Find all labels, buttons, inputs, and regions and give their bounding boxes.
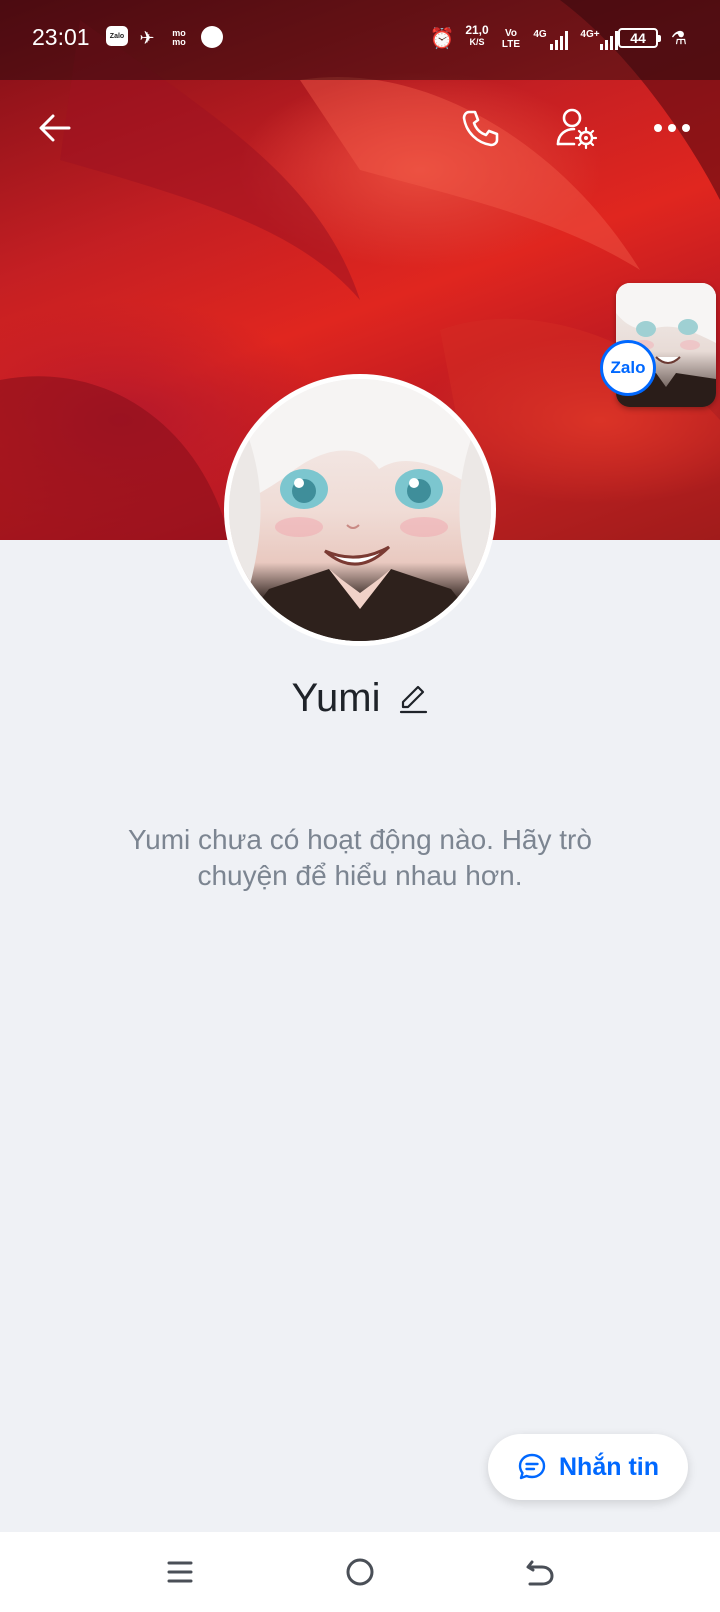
network-speed-value: 21,0 xyxy=(465,23,489,37)
arrow-left-icon xyxy=(39,114,71,142)
zalo-notification-icon: Zalo xyxy=(106,26,128,46)
status-bar: 23:01 Zalo ✈ mo mo ⏰ 21,0 K/S Vo LTE 4G … xyxy=(0,0,720,80)
momo-line-2: mo xyxy=(172,37,186,47)
profile-name-row: Yumi xyxy=(0,676,720,721)
signal-1-icon xyxy=(550,30,568,50)
system-navigation-bar xyxy=(0,1532,720,1612)
back-nav-button[interactable] xyxy=(510,1544,570,1600)
more-options-button[interactable] xyxy=(644,100,700,156)
profile-name: Yumi xyxy=(291,676,381,720)
profile-avatar[interactable] xyxy=(224,374,496,646)
circle-notification-icon xyxy=(201,26,223,48)
call-button[interactable] xyxy=(452,100,508,156)
battery-indicator: 44 xyxy=(618,28,661,48)
menu-icon xyxy=(167,1561,193,1583)
network-type-2: 4G+ xyxy=(580,28,600,40)
network-speed-unit: K/S xyxy=(469,37,485,47)
flask-icon: ⚗ xyxy=(670,27,688,48)
signal-2-icon xyxy=(600,30,618,50)
home-button[interactable] xyxy=(330,1544,390,1600)
profile-settings-button[interactable] xyxy=(548,100,604,156)
send-message-label: Nhắn tin xyxy=(559,1452,659,1481)
phone-icon xyxy=(462,110,499,147)
network-speed: 21,0 K/S xyxy=(460,24,494,48)
alarm-icon: ⏰ xyxy=(429,27,455,50)
zalo-badge: Zalo xyxy=(600,340,656,396)
back-arrow-icon xyxy=(526,1560,554,1586)
back-button[interactable] xyxy=(27,100,83,156)
momo-app-icon: mo mo xyxy=(168,26,190,50)
bird-app-icon: ✈ xyxy=(139,27,155,48)
network-type-1: 4G xyxy=(533,28,547,40)
recent-apps-button[interactable] xyxy=(150,1544,210,1600)
avatar-image xyxy=(229,379,491,641)
chat-bubble-icon xyxy=(518,1453,546,1480)
user-settings-icon xyxy=(556,108,598,150)
home-circle-icon xyxy=(346,1558,374,1586)
volte-line-2: LTE xyxy=(501,39,521,50)
edit-name-icon[interactable] xyxy=(398,683,428,715)
empty-activity-message: Yumi chưa có hoạt động nào. Hãy trò chuy… xyxy=(128,824,592,891)
more-icon xyxy=(654,124,690,132)
send-message-button[interactable]: Nhắn tin xyxy=(488,1434,688,1500)
volte-line-1: Vo xyxy=(504,28,518,39)
volte-indicator: Vo LTE xyxy=(498,27,524,51)
status-time: 23:01 xyxy=(32,24,90,50)
